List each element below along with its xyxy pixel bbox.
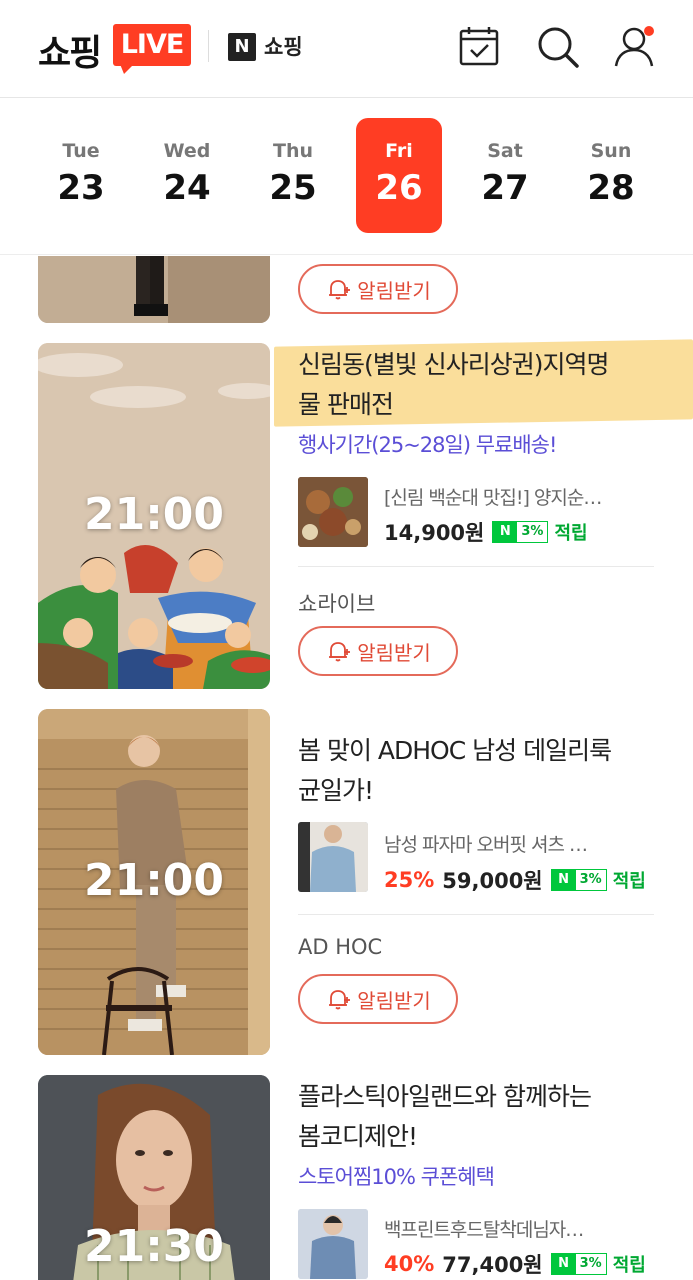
naver-shopping-link[interactable]: 쇼핑 bbox=[264, 33, 303, 61]
bell-plus-icon bbox=[329, 990, 351, 1010]
product-name[interactable]: 남성 파자마 오버핏 셔츠 … bbox=[384, 830, 654, 857]
live-title[interactable]: 신림동(별빛 신사리상권)지역명 물 판매전 bbox=[298, 345, 658, 425]
date-number: 24 bbox=[163, 168, 211, 208]
discount-rate: 25% bbox=[384, 868, 435, 892]
live-time: 21:00 bbox=[83, 855, 225, 906]
product-image[interactable] bbox=[298, 1209, 368, 1279]
product-price: 14,900원 bbox=[384, 521, 485, 545]
date-selector: Tue 23 Wed 24 Thu 25 Fri 26 Sat 27 Sun 2… bbox=[0, 98, 693, 255]
product-price: 77,400원 bbox=[442, 1253, 543, 1277]
seller-name[interactable]: 쇼라이브 bbox=[298, 588, 375, 618]
notify-label: 알림받기 bbox=[357, 988, 431, 1013]
title-line: 플라스틱아일랜드와 함께하는 bbox=[298, 1082, 592, 1111]
day-sat[interactable]: Sat 27 bbox=[462, 118, 548, 233]
calendar-check-icon[interactable] bbox=[455, 22, 505, 72]
bell-plus-icon bbox=[329, 642, 351, 662]
title-line: 봄 맞이 ADHOC 남성 데일리룩 bbox=[298, 736, 612, 765]
npay-n-icon: N bbox=[551, 1253, 576, 1275]
npay-percent: 3% bbox=[521, 524, 544, 539]
title-line: 균일가! bbox=[298, 776, 374, 805]
date-number: 28 bbox=[587, 168, 635, 208]
live-thumbnail[interactable]: 21:00 bbox=[38, 343, 270, 689]
weekday-label: Thu bbox=[272, 140, 313, 162]
notify-button[interactable]: 알림받기 bbox=[298, 974, 458, 1024]
product-image[interactable] bbox=[298, 477, 368, 547]
product-name[interactable]: [신림 백순대 맛집!] 양지순… bbox=[384, 483, 654, 510]
title-line: 물 판매전 bbox=[298, 390, 394, 419]
live-time: 21:30 bbox=[83, 1221, 225, 1272]
weekday-label: Tue bbox=[62, 140, 100, 162]
bell-plus-icon bbox=[329, 280, 351, 300]
live-thumbnail[interactable] bbox=[38, 256, 270, 323]
promo-text: 행사기간(25~28일) 무료배송! bbox=[298, 433, 557, 457]
live-title[interactable]: 봄 맞이 ADHOC 남성 데일리룩 균일가! bbox=[298, 731, 658, 811]
npay-percent: 3% bbox=[579, 872, 602, 887]
npay-badge: N 3% bbox=[550, 1253, 607, 1275]
day-wed[interactable]: Wed 24 bbox=[144, 118, 230, 233]
npay-badge: N 3% bbox=[550, 869, 607, 891]
date-number: 25 bbox=[269, 168, 317, 208]
day-sun[interactable]: Sun 28 bbox=[568, 118, 654, 233]
promo-text: 스토어찜10% 쿠폰혜택 bbox=[298, 1165, 495, 1189]
npay-n-icon: N bbox=[493, 521, 518, 543]
live-title[interactable]: 플라스틱아일랜드와 함께하는 봄코디제안! bbox=[298, 1077, 658, 1157]
live-logo-badge[interactable]: LIVE bbox=[113, 24, 191, 66]
product-price-row: 14,900원 N 3% 적립 bbox=[384, 517, 588, 547]
weekday-label: Fri bbox=[385, 140, 413, 162]
live-schedule-list: 알림받기 21:00 신림동(별빛 신사리상권)지역명 물 판매전 행사기간(2… bbox=[0, 256, 693, 1280]
title-line: 신림동(별빛 신사리상권)지역명 bbox=[298, 350, 609, 379]
npay-n-icon: N bbox=[551, 869, 576, 891]
seller-name[interactable]: AD HOC bbox=[298, 935, 382, 959]
notify-label: 알림받기 bbox=[357, 278, 431, 303]
product-image[interactable] bbox=[298, 822, 368, 892]
date-number: 23 bbox=[57, 168, 105, 208]
top-header: 쇼핑 LIVE N 쇼핑 bbox=[0, 0, 693, 98]
live-thumbnail[interactable]: 21:00 bbox=[38, 709, 270, 1055]
product-price: 59,000원 bbox=[442, 869, 543, 893]
npay-label: 적립 bbox=[612, 871, 646, 892]
notification-dot bbox=[644, 26, 654, 36]
npay-percent: 3% bbox=[579, 1256, 602, 1271]
day-thu[interactable]: Thu 25 bbox=[250, 118, 336, 233]
date-number: 26 bbox=[375, 168, 423, 208]
weekday-label: Sat bbox=[487, 140, 523, 162]
product-price-row: 40% 77,400원 N 3% 적립 bbox=[384, 1249, 646, 1279]
shopping-logo-text[interactable]: 쇼핑 bbox=[38, 24, 102, 76]
product-price-row: 25% 59,000원 N 3% 적립 bbox=[384, 865, 646, 895]
npay-label: 적립 bbox=[554, 523, 588, 544]
weekday-label: Wed bbox=[163, 140, 211, 162]
naver-n-icon[interactable]: N bbox=[228, 33, 256, 61]
npay-label: 적립 bbox=[612, 1255, 646, 1276]
notify-button[interactable]: 알림받기 bbox=[298, 626, 458, 676]
divider bbox=[298, 566, 654, 567]
title-line: 봄코디제안! bbox=[298, 1122, 418, 1151]
product-name[interactable]: 백프린트후드탈착데님자… bbox=[384, 1215, 654, 1242]
divider bbox=[298, 914, 654, 915]
live-time: 21:00 bbox=[83, 489, 225, 540]
day-tue[interactable]: Tue 23 bbox=[38, 118, 124, 233]
live-logo-tail bbox=[120, 64, 134, 74]
search-icon[interactable] bbox=[533, 22, 583, 72]
live-thumbnail[interactable]: 21:30 bbox=[38, 1075, 270, 1280]
notify-label: 알림받기 bbox=[357, 640, 431, 665]
npay-badge: N 3% bbox=[492, 521, 549, 543]
notify-button[interactable]: 알림받기 bbox=[298, 264, 458, 314]
weekday-label: Sun bbox=[590, 140, 632, 162]
discount-rate: 40% bbox=[384, 1252, 435, 1276]
day-fri-selected[interactable]: Fri 26 bbox=[356, 118, 442, 233]
header-divider bbox=[208, 30, 209, 62]
date-number: 27 bbox=[481, 168, 529, 208]
